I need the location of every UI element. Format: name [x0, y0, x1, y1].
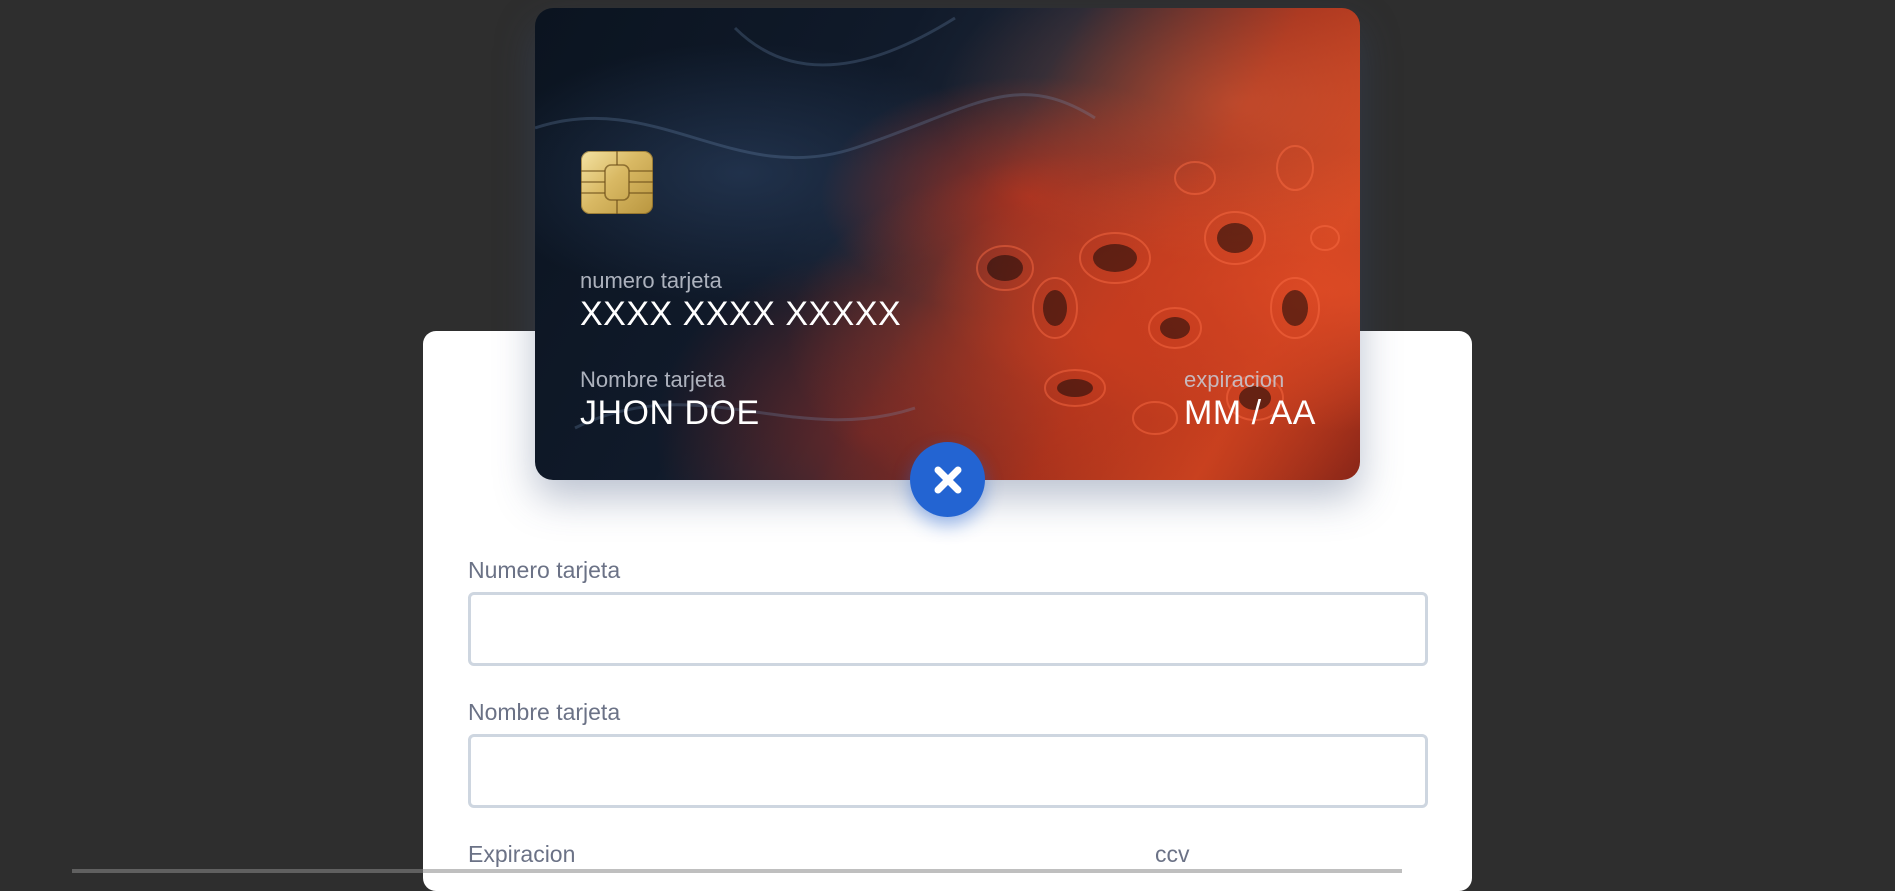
close-icon: [934, 466, 961, 493]
card-chip-icon: [581, 151, 653, 214]
card-holder-value[interactable]: JHON DOE: [580, 394, 760, 433]
card-number-label: numero tarjeta: [580, 268, 722, 293]
card-number-field-label: Numero tarjeta: [468, 557, 621, 583]
ccv-field-label: ccv: [1155, 841, 1190, 867]
credit-card-preview: numero tarjeta XXXX XXXX XXXXX Nombre ta…: [535, 8, 1360, 480]
card-number-value[interactable]: XXXX XXXX XXXXX: [580, 295, 901, 334]
card-expiry-label: expiracion: [1184, 367, 1285, 392]
card-expiry-value[interactable]: MM / AA: [1184, 394, 1316, 433]
card-holder-label: Nombre tarjeta: [580, 367, 726, 392]
close-button[interactable]: [910, 442, 985, 517]
card-number-input[interactable]: [468, 592, 1428, 666]
card-holder-input[interactable]: [468, 734, 1428, 808]
expiry-field-label: Expiracion: [468, 841, 576, 867]
horizontal-scrollbar[interactable]: [72, 869, 1402, 873]
card-holder-field-label: Nombre tarjeta: [468, 699, 621, 725]
